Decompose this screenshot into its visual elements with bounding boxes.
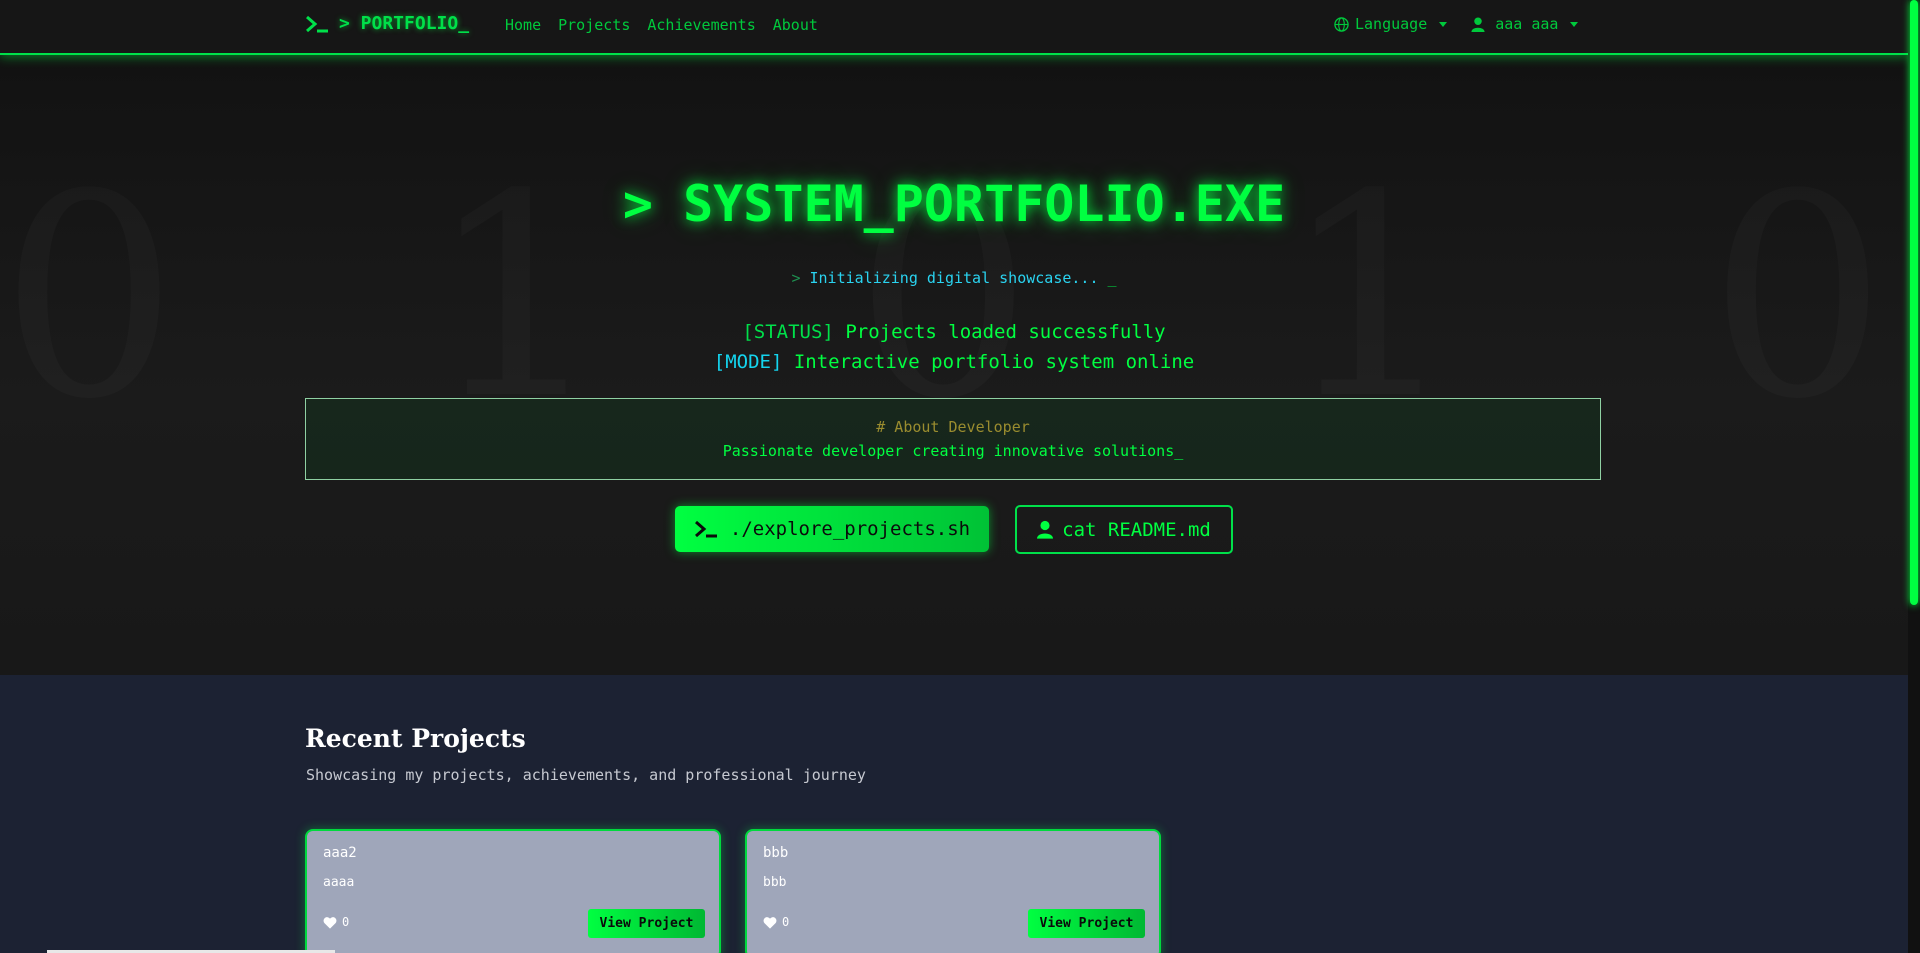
recent-projects-section: Recent Projects Showcasing my projects, … bbox=[0, 675, 1908, 953]
like-counter[interactable]: 0 bbox=[763, 915, 789, 929]
about-text: Passionate developer creating innovative… bbox=[722, 442, 1184, 460]
brand-logo[interactable]: > PORTFOLIO_ bbox=[305, 13, 469, 34]
hero-section: 0 1 0 1 0 1 0 1 > SYSTEM_PORTFOLIO.EXE >… bbox=[0, 55, 1908, 675]
scrollbar[interactable] bbox=[1908, 0, 1920, 953]
project-title: aaa2 bbox=[323, 845, 357, 861]
nav-link-projects[interactable]: Projects bbox=[558, 16, 630, 34]
view-project-button[interactable]: View Project bbox=[588, 909, 705, 938]
nav-links: Home Projects Achievements About bbox=[505, 16, 818, 34]
project-card[interactable]: bbb bbb 0 View Project bbox=[745, 829, 1161, 953]
hero-subtitle: > Initializing digital showcase... _ bbox=[0, 269, 1908, 287]
nav-link-about[interactable]: About bbox=[773, 16, 818, 34]
heart-icon bbox=[323, 916, 337, 929]
language-dropdown[interactable]: Language bbox=[1334, 15, 1448, 33]
explore-projects-button[interactable]: ./explore_projects.sh bbox=[675, 506, 989, 552]
like-counter[interactable]: 0 bbox=[323, 915, 349, 929]
view-project-button[interactable]: View Project bbox=[1028, 909, 1145, 938]
terminal-icon bbox=[306, 15, 328, 32]
mode-tag: [MODE] bbox=[713, 351, 783, 373]
mode-line: [MODE] Interactive portfolio system onli… bbox=[0, 347, 1908, 377]
about-heading: # About Developer bbox=[876, 418, 1030, 436]
status-text: Projects loaded successfully bbox=[845, 321, 1166, 343]
section-title: Recent Projects bbox=[305, 724, 526, 753]
status-lines: [STATUS] Projects loaded successfully [M… bbox=[0, 317, 1908, 377]
navbar: > PORTFOLIO_ Home Projects Achievements … bbox=[0, 0, 1908, 55]
section-subtitle: Showcasing my projects, achievements, an… bbox=[306, 766, 866, 784]
user-icon bbox=[1037, 520, 1054, 539]
heart-icon bbox=[763, 916, 777, 929]
terminal-icon bbox=[694, 520, 717, 538]
user-name: aaa aaa bbox=[1495, 15, 1559, 33]
project-description: bbb bbox=[763, 875, 787, 890]
readme-button[interactable]: cat README.md bbox=[1015, 505, 1233, 554]
like-count: 0 bbox=[342, 915, 350, 929]
status-line: [STATUS] Projects loaded successfully bbox=[0, 317, 1908, 347]
explore-projects-label: ./explore_projects.sh bbox=[729, 518, 971, 540]
subtitle-text: Initializing digital showcase... bbox=[809, 269, 1099, 287]
hero-title: > SYSTEM_PORTFOLIO.EXE bbox=[622, 175, 1286, 233]
brand-text: > PORTFOLIO_ bbox=[339, 13, 470, 34]
prompt-symbol: > bbox=[791, 269, 801, 287]
nav-link-achievements[interactable]: Achievements bbox=[647, 16, 755, 34]
about-developer-box: # About Developer Passionate developer c… bbox=[305, 398, 1601, 480]
status-tag: [STATUS] bbox=[742, 321, 834, 343]
globe-icon bbox=[1334, 16, 1349, 32]
nav-link-home[interactable]: Home bbox=[505, 16, 541, 34]
language-label: Language bbox=[1355, 15, 1428, 33]
user-dropdown[interactable]: aaa aaa bbox=[1471, 15, 1579, 33]
project-card[interactable]: aaa2 aaaa 0 View Project bbox=[305, 829, 721, 953]
chevron-down-icon bbox=[1570, 21, 1579, 27]
nav-right: Language aaa aaa bbox=[1334, 15, 1579, 33]
project-title: bbb bbox=[763, 845, 789, 861]
blinking-cursor: _ bbox=[1107, 269, 1117, 287]
mode-text: Interactive portfolio system online bbox=[793, 351, 1195, 373]
user-icon bbox=[1471, 16, 1485, 32]
scrollbar-thumb[interactable] bbox=[1910, 0, 1918, 605]
readme-label: cat README.md bbox=[1062, 518, 1211, 541]
like-count: 0 bbox=[782, 915, 790, 929]
chevron-down-icon bbox=[1439, 21, 1448, 27]
project-description: aaaa bbox=[323, 875, 355, 890]
